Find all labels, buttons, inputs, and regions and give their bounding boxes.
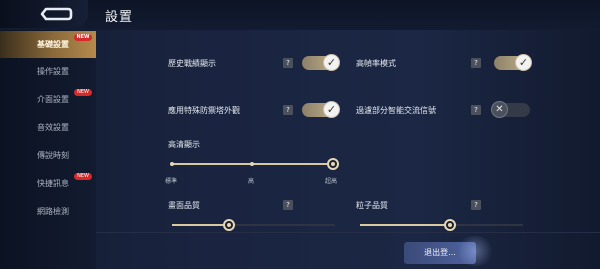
particle-quality-label: 粒子品質 [356, 201, 388, 210]
back-arrow-icon [40, 7, 73, 21]
tower-skin-toggle[interactable]: ✓ [302, 101, 340, 118]
sidebar-item-label: 音效設置 [37, 123, 69, 132]
graphics-quality-label: 畫面品質 [168, 201, 200, 210]
sidebar: 基礎設置 NEW 操作設置 介面設置 NEW 音效設置 傳說時刻 快捷訊息 NE… [0, 30, 96, 269]
check-icon: ✓ [326, 103, 337, 116]
sidebar-item-label: 快捷訊息 [37, 179, 69, 188]
page-title: 設置 [105, 10, 134, 25]
back-button[interactable] [0, 0, 88, 28]
high-fps-help-button[interactable]: ? [471, 58, 481, 68]
history-record-help-button[interactable]: ? [283, 58, 293, 68]
graphics-quality-help-button[interactable]: ? [283, 200, 293, 210]
footer-divider [96, 232, 600, 233]
sidebar-item-interface[interactable]: 介面設置 NEW [0, 86, 96, 113]
graphics-quality-track[interactable] [172, 224, 335, 226]
history-record-toggle[interactable]: ✓ [302, 54, 340, 71]
top-bar [0, 0, 600, 30]
history-record-label: 歷史戰績顯示 [168, 59, 216, 68]
graphics-quality-fill [172, 224, 230, 226]
sidebar-item-basic[interactable]: 基礎設置 NEW [0, 31, 96, 58]
chat-filter-help-button[interactable]: ? [471, 105, 481, 115]
hd-display-option-standard: 標準 [165, 178, 178, 185]
sidebar-item-quick-messages[interactable]: 快捷訊息 NEW [0, 170, 96, 197]
sidebar-item-label: 操作設置 [37, 67, 69, 76]
sidebar-item-label: 基礎設置 [37, 40, 69, 49]
toggle-knob: ✓ [515, 54, 532, 71]
hd-display-thumb[interactable] [327, 158, 339, 170]
swirl-effect [455, 236, 495, 266]
high-fps-toggle[interactable]: ✓ [494, 54, 532, 71]
new-badge: NEW [74, 89, 92, 96]
hd-display-tick-standard[interactable] [170, 162, 174, 166]
high-fps-label: 高幀率模式 [356, 59, 396, 68]
cross-icon: ✕ [491, 101, 508, 118]
check-icon: ✓ [518, 56, 529, 69]
hd-display-tick-high[interactable] [250, 162, 254, 166]
tower-skin-label: 應用特殊防禦塔外觀 [168, 106, 240, 115]
sidebar-item-label: 介面設置 [37, 95, 69, 104]
toggle-knob: ✓ [323, 101, 340, 118]
toggle-knob: ✓ [323, 54, 340, 71]
tower-skin-help-button[interactable]: ? [283, 105, 293, 115]
hd-display-option-ultra: 超高 [325, 178, 338, 185]
sidebar-item-label: 傳說時刻 [37, 151, 69, 160]
chat-filter-label: 過濾部分智能交流信號 [356, 106, 436, 115]
sidebar-item-controls[interactable]: 操作設置 [0, 58, 96, 85]
new-badge: NEW [74, 34, 92, 41]
sidebar-item-label: 網路檢測 [37, 207, 69, 216]
particle-quality-track[interactable] [360, 224, 523, 226]
new-badge: NEW [74, 173, 92, 180]
sidebar-item-sound[interactable]: 音效設置 [0, 114, 96, 141]
sidebar-item-legend-moments[interactable]: 傳說時刻 [0, 142, 96, 169]
particle-quality-fill [360, 224, 450, 226]
hd-display-option-high: 高 [248, 178, 255, 185]
check-icon: ✓ [326, 56, 337, 69]
chat-filter-toggle[interactable]: ✕ [491, 101, 530, 118]
hd-display-label: 高清顯示 [168, 140, 200, 149]
particle-quality-thumb[interactable] [443, 219, 456, 231]
graphics-quality-thumb[interactable] [223, 219, 236, 231]
particle-quality-help-button[interactable]: ? [471, 200, 481, 210]
sidebar-item-network-test[interactable]: 網路檢測 [0, 198, 96, 225]
